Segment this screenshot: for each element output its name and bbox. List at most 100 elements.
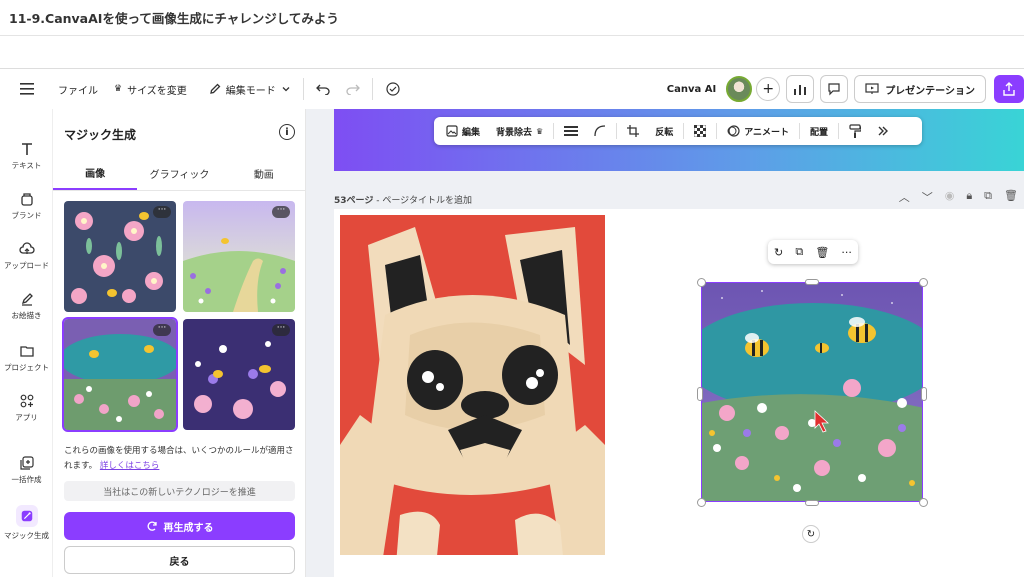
lock-icon[interactable]: 🔒︎ (966, 189, 972, 205)
transparency-button[interactable] (688, 125, 712, 137)
edit-mode-dropdown[interactable]: 編集モード (195, 69, 299, 109)
arrange-button[interactable]: 配置 (804, 125, 834, 138)
info-icon[interactable]: i (279, 124, 295, 140)
cloud-check-icon (386, 82, 400, 96)
duplicate-icon[interactable]: ⧉ (795, 245, 803, 259)
resize-handle[interactable] (805, 500, 819, 506)
crown-icon: ♛ (114, 84, 123, 94)
double-chevron-right-icon (878, 126, 889, 136)
rail-item-projects[interactable]: プロジェクト (0, 343, 53, 373)
bee-meadow-canvas-image[interactable] (701, 282, 923, 502)
crop-button[interactable] (621, 125, 645, 137)
rail-item-upload[interactable]: アップロード (0, 241, 53, 271)
add-comment-icon[interactable]: ↻ (774, 246, 783, 259)
canva-ai-button[interactable]: Canva AI (657, 84, 726, 95)
bg-remove-button[interactable]: 背景除去 ♛ (490, 125, 549, 138)
tab-image[interactable]: 画像 (53, 157, 138, 190)
ctx-divider (616, 123, 618, 139)
technology-notice: 当社はこの新しいテクノロジーを推進 (64, 481, 295, 501)
save-status-button[interactable] (377, 69, 409, 109)
generated-image-thumbnail[interactable]: ··· (183, 319, 295, 430)
redo-icon (346, 84, 360, 95)
paint-roller-icon (849, 124, 862, 138)
flip-button[interactable]: 反転 (649, 125, 679, 138)
undo-button[interactable] (308, 69, 338, 109)
rail-item-label: テキスト (11, 161, 42, 170)
menu-button[interactable] (0, 69, 42, 109)
edit-mode-label: 編集モード (225, 85, 276, 97)
tab-video[interactable]: 動画 (222, 157, 306, 190)
rail-item-text[interactable]: テキスト (0, 141, 53, 171)
resize-handle[interactable] (921, 387, 927, 401)
rail-item-label: ブランド (11, 211, 42, 220)
regenerate-button[interactable]: 再生成する (64, 512, 295, 540)
apps-icon (20, 394, 33, 408)
generated-image-thumbnail[interactable]: ··· (183, 201, 295, 312)
generated-image-thumbnail[interactable]: ··· (62, 317, 178, 432)
rail-item-magic-generate[interactable]: マジック生成 (0, 505, 53, 541)
bar-chart-icon (794, 85, 807, 95)
design-page[interactable]: ↻ ⧉ 🗑︎ ··· ↻ (334, 209, 1024, 577)
resize-handle[interactable] (697, 498, 706, 507)
edit-label: 編集 (462, 127, 481, 138)
rail-item-label: 一括作成 (11, 475, 42, 484)
learn-more-link[interactable]: 詳しくはこちら (100, 461, 160, 471)
toolbar-divider (371, 78, 373, 100)
more-tools-button[interactable] (871, 125, 895, 137)
crown-icon: ♛ (536, 126, 544, 136)
generated-image-thumbnail[interactable]: ··· (64, 201, 176, 312)
resize-handle[interactable] (919, 498, 928, 507)
page-label[interactable]: 53ページ - ページタイトルを追加 (334, 193, 472, 206)
comment-button[interactable] (820, 75, 849, 103)
avatar[interactable] (726, 76, 753, 102)
more-options-button[interactable]: ··· (272, 324, 290, 336)
rail-item-brand[interactable]: ブランド (0, 191, 53, 221)
usage-note-text: これらの画像を使用する場合は、いくつかのルールが適用されます。 (64, 446, 294, 471)
insights-button[interactable] (786, 75, 815, 103)
resize-handle[interactable] (697, 278, 706, 287)
technology-notice-text: 当社はこの新しいテクノロジーを推進 (103, 488, 256, 498)
animate-label: アニメート (744, 127, 790, 138)
rail-item-apps[interactable]: アプリ (0, 393, 53, 423)
presentation-button[interactable]: プレゼンテーション (854, 75, 986, 103)
rail-item-bulk-create[interactable]: 一括作成 (0, 455, 53, 485)
edit-image-button[interactable]: 編集 (440, 125, 486, 138)
back-button[interactable]: 戻る (64, 546, 295, 574)
rotate-handle[interactable]: ↻ (802, 525, 820, 543)
more-icon[interactable]: ··· (841, 246, 852, 259)
resize-handle[interactable] (805, 279, 819, 285)
trash-icon[interactable]: 🗑︎ (815, 246, 829, 259)
image-icon (446, 125, 458, 137)
share-button[interactable] (994, 75, 1024, 103)
redo-button[interactable] (338, 69, 368, 109)
file-menu-button[interactable]: ファイル (42, 69, 106, 109)
tab-graphic[interactable]: グラフィック (137, 157, 221, 190)
left-rail: テキスト ブランド アップロード お絵描き プロジェクト アプリ 一括作成 マジ… (0, 109, 53, 577)
more-options-button[interactable]: ··· (272, 206, 290, 218)
add-collaborator-button[interactable]: + (756, 77, 781, 101)
comment-icon (828, 83, 840, 96)
delete-page-icon[interactable]: 🗑︎ (1004, 189, 1018, 205)
more-options-button[interactable]: ··· (153, 206, 171, 218)
french-bulldog-image (340, 215, 605, 577)
resize-button[interactable]: ♛ サイズを変更 (106, 69, 195, 109)
magic-icon (21, 510, 32, 522)
hide-page-icon[interactable]: ◉ (945, 189, 955, 205)
rail-item-label: アプリ (15, 413, 38, 422)
dog-illustration[interactable] (340, 215, 605, 577)
add-page-title: ページタイトルを追加 (382, 196, 472, 206)
animate-button[interactable]: アニメート (721, 125, 795, 138)
rail-item-draw[interactable]: お絵描き (0, 291, 53, 321)
chevron-up-icon[interactable]: ︿ (899, 189, 910, 205)
chevron-down-icon[interactable]: ﹀ (922, 189, 933, 205)
resize-handle[interactable] (697, 387, 703, 401)
duplicate-page-icon[interactable]: ⧉ (984, 189, 992, 205)
border-style-button[interactable] (558, 126, 584, 136)
upload-icon (18, 242, 35, 254)
more-options-button[interactable]: ··· (153, 324, 171, 336)
corner-rounding-button[interactable] (588, 125, 612, 137)
canvas-workspace: 編集 背景除去 ♛ 反転 アニメート 配置 53ページ - ページタイトルを追加… (306, 109, 1024, 577)
resize-handle[interactable] (919, 278, 928, 287)
regenerate-label: 再生成する (163, 522, 214, 534)
copy-style-button[interactable] (843, 124, 867, 138)
